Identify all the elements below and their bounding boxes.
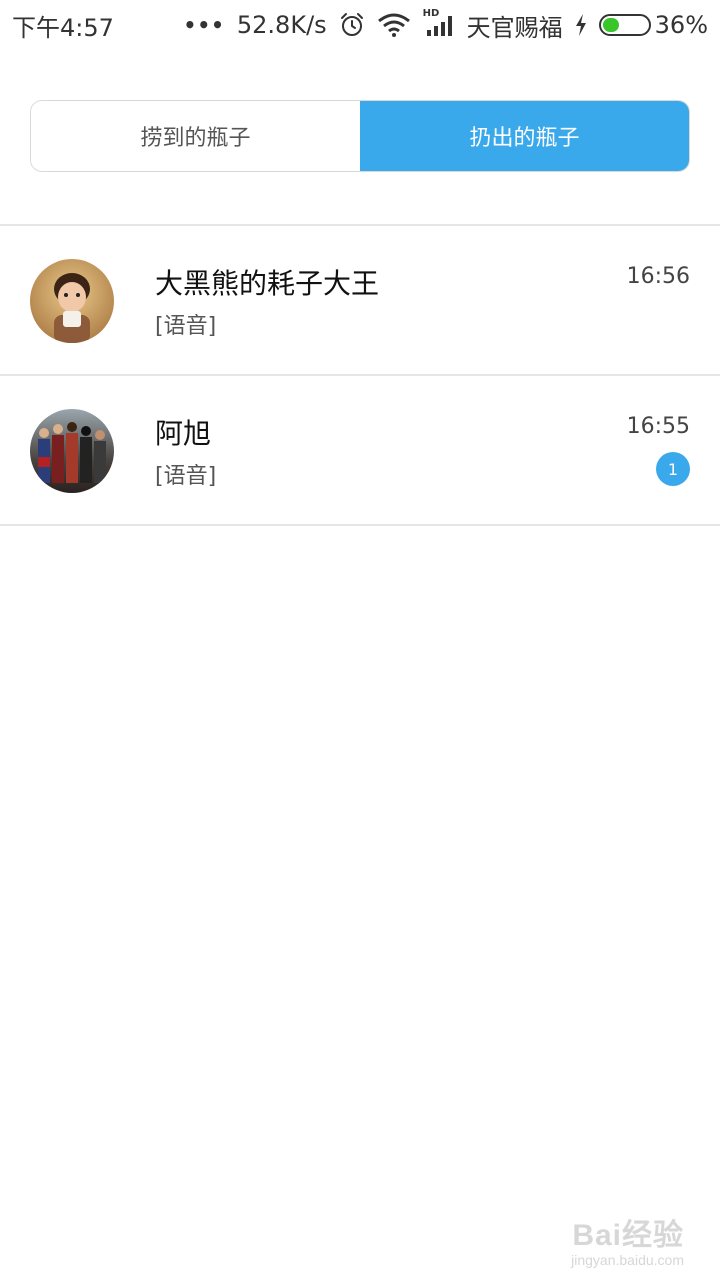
message-preview: [语音] (155, 314, 217, 339)
conversation-list: 大黑熊的耗子大王 [语音] 16:56 阿旭 [语音] 16:55 1 (0, 226, 720, 526)
battery-indicator: 36% (598, 11, 708, 39)
wifi-icon (377, 13, 411, 37)
contact-name: 大黑熊的耗子大王 (155, 267, 380, 300)
battery-icon (598, 14, 651, 36)
unread-badge: 1 (656, 452, 690, 486)
status-time: 下午4:57 (12, 13, 114, 42)
screen: 下午4:57 ••• 52.8K/s HD 天官赐福 36% 捞到的瓶子 扔出的… (0, 0, 720, 1280)
message-time: 16:56 (626, 264, 690, 289)
baidu-jingyan-watermark: Bai经验 jingyan.baidu.com (571, 1210, 684, 1268)
avatar[interactable] (30, 409, 114, 493)
bottle-tabs: 捞到的瓶子 扔出的瓶子 (30, 100, 690, 172)
lightning-icon (575, 14, 587, 36)
battery-percent: 36% (654, 11, 708, 39)
message-preview: [语音] (155, 464, 217, 489)
hd-label: HD (422, 8, 440, 19)
conversation-item[interactable]: 大黑熊的耗子大王 [语音] 16:56 (0, 226, 720, 376)
conversation-item[interactable]: 阿旭 [语音] 16:55 1 (0, 376, 720, 526)
more-notifications-icon: ••• (183, 13, 225, 37)
carrier-name: 天官赐福 (466, 13, 563, 42)
network-speed: 52.8K/s (236, 11, 327, 39)
alarm-clock-icon (339, 12, 365, 38)
battery-fill (602, 18, 619, 32)
hd-signal-icon: HD (423, 8, 455, 38)
status-bar: 下午4:57 ••• 52.8K/s HD 天官赐福 36% (0, 0, 720, 50)
watermark-url: jingyan.baidu.com (571, 1252, 684, 1268)
avatar[interactable] (30, 259, 114, 343)
tab-thrown-bottles[interactable]: 扔出的瓶子 (360, 101, 689, 171)
contact-name: 阿旭 (155, 417, 212, 450)
tab-picked-bottles[interactable]: 捞到的瓶子 (31, 101, 360, 171)
watermark-brand: Bai经验 (572, 1219, 684, 1252)
message-time: 16:55 (626, 414, 690, 439)
